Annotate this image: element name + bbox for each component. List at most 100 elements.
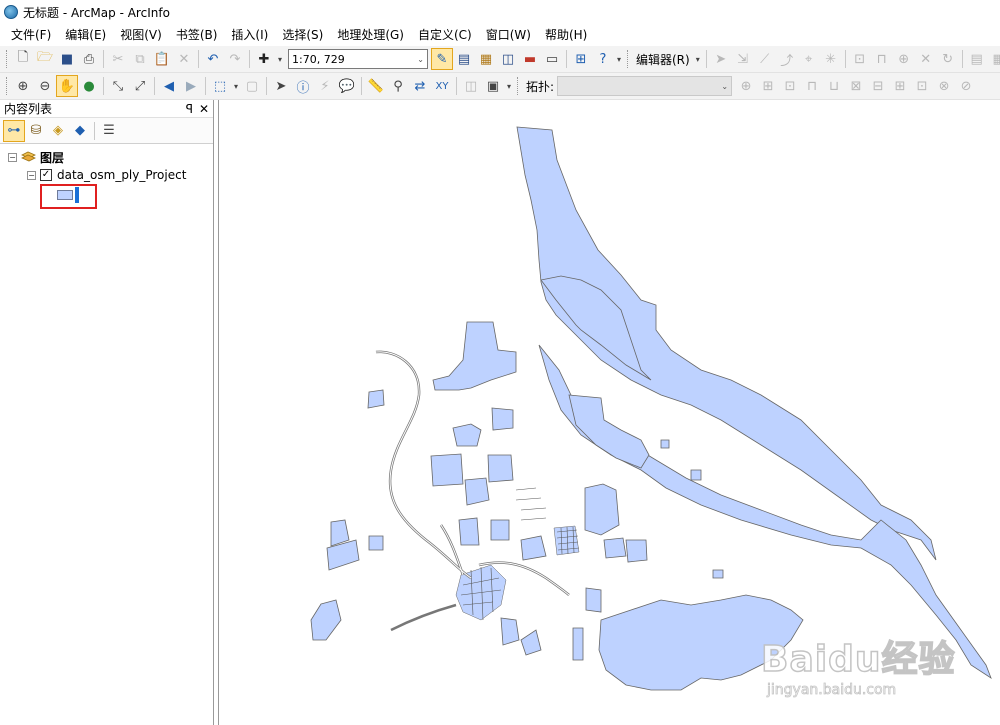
map-scale-combobox[interactable]: 1:70, 729 ⌄ <box>288 49 428 69</box>
list-by-selection-icon[interactable]: ◆ <box>69 120 91 142</box>
delete-icon[interactable]: ✕ <box>173 48 195 70</box>
fixed-zoom-out-icon[interactable]: ⤢ <box>129 75 151 97</box>
straight-segment-icon[interactable]: ⟋ <box>754 48 776 70</box>
editor-menu-button[interactable]: 编辑器(R) <box>633 51 693 68</box>
map-view[interactable]: Baidu经验 jingyan.baidu.com <box>218 100 1000 725</box>
map-topology-icon[interactable]: ⊞ <box>757 75 779 97</box>
fixed-zoom-in-icon[interactable]: ⤡ <box>107 75 129 97</box>
rotate-tool-icon[interactable]: ↻ <box>937 48 959 70</box>
chevron-down-icon[interactable]: ⌄ <box>721 82 728 91</box>
menu-file[interactable]: 文件(F) <box>4 24 58 46</box>
collapse-toggle-icon[interactable]: − <box>8 152 17 162</box>
menu-selection[interactable]: 选择(S) <box>275 24 330 46</box>
arctoolbox-icon[interactable]: ▬ <box>519 48 541 70</box>
edit-tool-icon[interactable]: ➤ <box>710 48 732 70</box>
copy-icon[interactable]: ⧉ <box>129 48 151 70</box>
clear-selection-icon[interactable]: ▢ <box>241 75 263 97</box>
menu-windows[interactable]: 窗口(W) <box>479 24 538 46</box>
chevron-down-icon[interactable]: ⌄ <box>417 55 424 64</box>
toolbar-grip[interactable] <box>6 50 9 68</box>
catalog-window-icon[interactable]: ▦ <box>475 48 497 70</box>
menu-view[interactable]: 视图(V) <box>113 24 169 46</box>
options-icon[interactable]: ☰ <box>98 120 120 142</box>
trace-icon[interactable]: ⌖ <box>798 48 820 70</box>
new-document-icon[interactable]: 🗋 <box>12 48 34 70</box>
layers-root-row[interactable]: − 图层 <box>0 148 213 166</box>
toolbar-overflow-icon[interactable]: ▾ <box>614 48 624 70</box>
show-shared-features-icon[interactable]: ⊡ <box>779 75 801 97</box>
list-by-visibility-icon[interactable]: ◈ <box>47 120 69 142</box>
list-by-drawing-order-icon[interactable]: ⊶ <box>3 119 25 142</box>
construct-features-icon[interactable]: ⊟ <box>867 75 889 97</box>
edit-annotation-icon[interactable]: ⇲ <box>732 48 754 70</box>
print-icon[interactable]: ⎙ <box>78 48 100 70</box>
editor-dropdown-icon[interactable]: ▾ <box>693 48 703 70</box>
go-forward-extent-icon[interactable]: ▶ <box>180 75 202 97</box>
point-icon[interactable]: ✳ <box>820 48 842 70</box>
layer-row[interactable]: − ✓ data_osm_ply_Project <box>0 166 213 184</box>
open-folder-icon[interactable]: 🗁 <box>34 48 56 70</box>
html-popup-icon[interactable]: 💬 <box>336 75 358 97</box>
cut-polygons-icon[interactable]: ⊕ <box>893 48 915 70</box>
menu-customize[interactable]: 自定义(C) <box>411 24 479 46</box>
menu-insert[interactable]: 插入(I) <box>224 24 275 46</box>
endpoint-arc-icon[interactable]: ⤴ <box>776 48 798 70</box>
table-of-contents-window-icon[interactable]: ▤ <box>453 48 475 70</box>
time-slider-icon[interactable]: ◫ <box>460 75 482 97</box>
select-features-icon[interactable]: ⬚ <box>209 75 231 97</box>
add-data-dropdown-icon[interactable]: ▾ <box>275 48 285 70</box>
zoom-in-icon[interactable]: ⊕ <box>12 75 34 97</box>
menu-bookmarks[interactable]: 书签(B) <box>169 24 225 46</box>
go-back-extent-icon[interactable]: ◀ <box>158 75 180 97</box>
toolbar-grip[interactable] <box>517 77 520 95</box>
identify-icon[interactable]: ⓘ <box>292 75 314 97</box>
pan-hand-icon[interactable]: ✋ <box>56 75 78 97</box>
collapse-toggle-icon[interactable]: − <box>27 170 36 180</box>
full-extent-globe-icon[interactable]: ● <box>78 75 100 97</box>
sketch-properties-icon[interactable]: ▦ <box>988 48 1000 70</box>
select-dropdown-icon[interactable]: ▾ <box>231 75 241 97</box>
find-binoculars-icon[interactable]: ⚲ <box>387 75 409 97</box>
paste-icon[interactable]: 📋 <box>151 48 173 70</box>
layer-visibility-checkbox[interactable]: ✓ <box>40 169 52 181</box>
close-icon[interactable]: ✕ <box>199 102 209 116</box>
toolbar-overflow-icon[interactable]: ▾ <box>504 75 514 97</box>
modify-edge-icon[interactable]: ⊠ <box>845 75 867 97</box>
edit-vertices-icon[interactable]: ⊡ <box>849 48 871 70</box>
find-route-icon[interactable]: ⇄ <box>409 75 431 97</box>
cut-icon[interactable]: ✂ <box>107 48 129 70</box>
add-data-icon[interactable]: ✚ <box>253 48 275 70</box>
menu-help[interactable]: 帮助(H) <box>538 24 594 46</box>
redo-icon[interactable]: ↷ <box>224 48 246 70</box>
editor-toolbar-icon[interactable]: ✎ <box>431 48 453 70</box>
layer-name[interactable]: data_osm_ply_Project <box>57 168 186 182</box>
toolbar-grip[interactable] <box>6 77 9 95</box>
python-window-icon[interactable]: ▭ <box>541 48 563 70</box>
zoom-out-icon[interactable]: ⊖ <box>34 75 56 97</box>
reshape-edge-icon[interactable]: ⊔ <box>823 75 845 97</box>
fix-topology-error-icon[interactable]: ⊗ <box>933 75 955 97</box>
toolbar-grip[interactable] <box>627 50 630 68</box>
topology-edit-tool-icon[interactable]: ⊕ <box>735 75 757 97</box>
menu-edit[interactable]: 编辑(E) <box>58 24 113 46</box>
undo-icon[interactable]: ↶ <box>202 48 224 70</box>
menu-geoprocessing[interactable]: 地理处理(G) <box>330 24 411 46</box>
search-window-icon[interactable]: ◫ <box>497 48 519 70</box>
list-by-source-icon[interactable]: ⛁ <box>25 120 47 142</box>
align-edge-icon[interactable]: ⊓ <box>801 75 823 97</box>
select-elements-arrow-icon[interactable]: ➤ <box>270 75 292 97</box>
topology-combobox[interactable]: ⌄ <box>557 76 733 96</box>
validate-topology-icon[interactable]: ⊡ <box>911 75 933 97</box>
create-viewer-window-icon[interactable]: ▣ <box>482 75 504 97</box>
measure-icon[interactable]: 📏 <box>365 75 387 97</box>
attributes-icon[interactable]: ▤ <box>966 48 988 70</box>
planarize-lines-icon[interactable]: ⊞ <box>889 75 911 97</box>
split-tool-icon[interactable]: ✕ <box>915 48 937 70</box>
error-inspector-icon[interactable]: ⊘ <box>955 75 977 97</box>
whats-this-help-icon[interactable]: ? <box>592 48 614 70</box>
modelbuilder-icon[interactable]: ⊞ <box>570 48 592 70</box>
pin-icon[interactable]: ꟼ <box>186 102 193 116</box>
go-to-xy-icon[interactable]: XY <box>431 75 453 97</box>
hyperlink-icon[interactable]: ⚡ <box>314 75 336 97</box>
save-icon[interactable]: ■ <box>56 48 78 70</box>
